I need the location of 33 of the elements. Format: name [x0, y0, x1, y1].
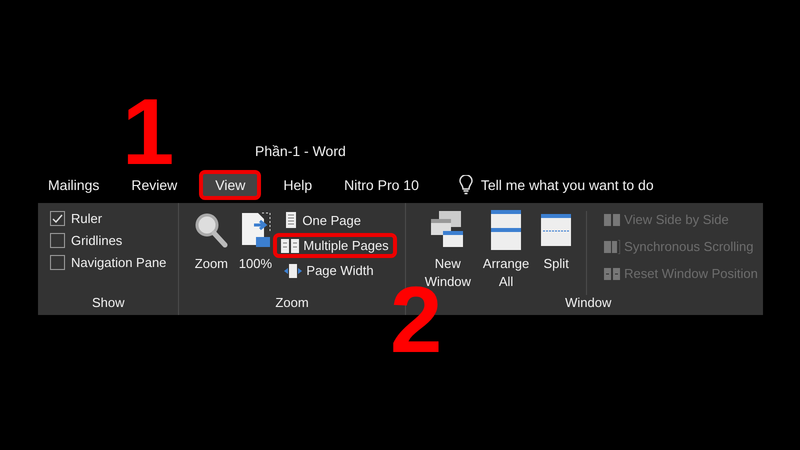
arrange-icon	[491, 210, 522, 250]
reset-position-icon	[604, 268, 620, 280]
ribbon-button[interactable]: Page Width	[279, 260, 397, 281]
ribbon-tab[interactable]: Mailings	[38, 170, 110, 200]
page-icon	[284, 212, 298, 228]
ribbon-button[interactable]: 100%	[235, 209, 276, 295]
split-icon	[541, 214, 572, 246]
ribbon-tab[interactable]: Review	[121, 170, 188, 200]
ribbon-button[interactable]: One Page	[279, 209, 397, 231]
checkbox[interactable]: Gridlines	[46, 233, 170, 248]
tell-me-field[interactable]: Tell me what you want to do	[480, 177, 654, 193]
ribbon-button[interactable]: Split	[538, 209, 574, 295]
group-label: Window	[564, 295, 612, 311]
lightbulb-icon	[458, 175, 473, 195]
check-icon	[52, 213, 63, 224]
window-title: Phần-1 - Word	[255, 143, 346, 159]
ribbon-tab[interactable]: View	[199, 170, 262, 200]
side-by-side-icon	[604, 214, 620, 226]
page-width-icon	[284, 264, 302, 278]
sync-scroll-icon	[604, 240, 620, 254]
magnifier-icon	[194, 212, 228, 248]
annotation-number: 1	[122, 92, 174, 172]
two-pages-icon	[281, 238, 300, 252]
group-label: Show	[90, 295, 126, 311]
ribbon-button[interactable]: Zoom	[191, 209, 232, 295]
ribbon-tab[interactable]: Nitro Pro 10	[334, 170, 429, 200]
ribbon-button[interactable]: Arrange All	[480, 209, 532, 295]
group-label: Zoom	[274, 295, 310, 311]
windows-icon	[430, 211, 465, 249]
checkbox[interactable]: Navigation Pane	[46, 255, 170, 270]
ribbon-tab[interactable]: Help	[273, 170, 322, 200]
checkbox[interactable]: Ruler	[46, 211, 170, 226]
ribbon-button[interactable]: Multiple Pages	[273, 233, 397, 258]
